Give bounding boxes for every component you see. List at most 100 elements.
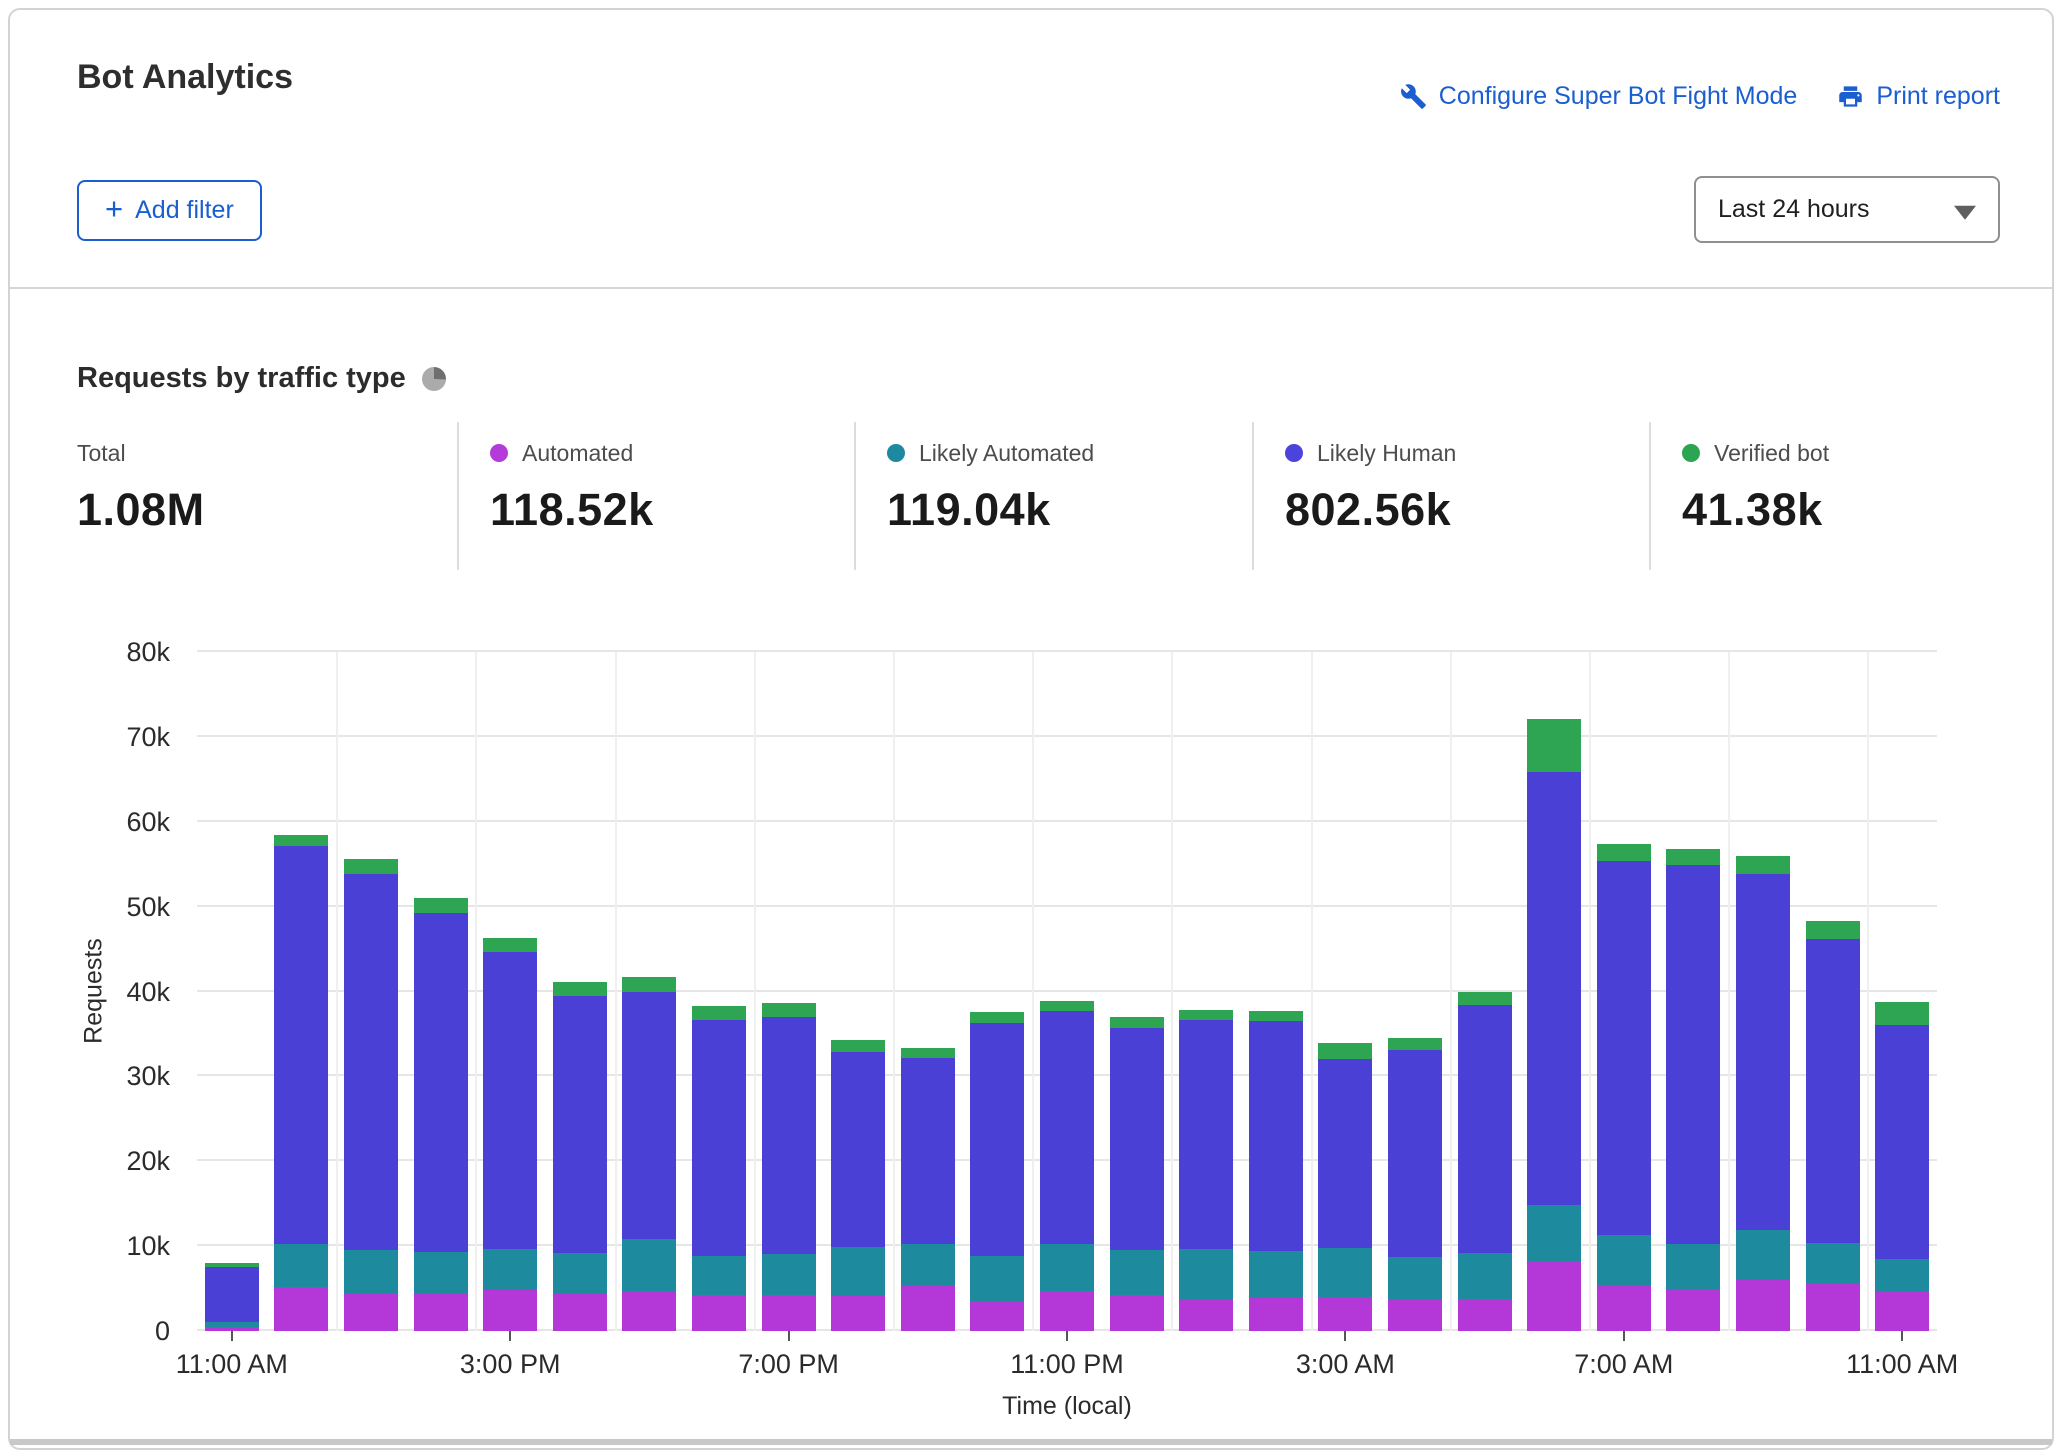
bar-1200am[interactable] <box>1109 1017 1164 1331</box>
stat-divider <box>854 422 856 570</box>
vertical-gridline <box>1728 652 1731 1331</box>
segment-likely-automated <box>900 1243 955 1287</box>
segment-automated <box>1875 1291 1930 1331</box>
segment-verified-bot <box>692 1005 746 1021</box>
stat-likely-automated[interactable]: Likely Automated 119.04k <box>887 438 1094 536</box>
stat-likely-human-label: Likely Human <box>1317 439 1457 466</box>
bar-700am[interactable] <box>1596 843 1651 1331</box>
segment-verified-bot <box>1736 855 1790 875</box>
y-tick-label: 20k <box>126 1146 170 1177</box>
segment-likely-automated <box>831 1246 886 1297</box>
bar-1000am[interactable] <box>1805 921 1860 1331</box>
gridline-70k <box>197 734 1937 737</box>
vertical-gridline <box>475 652 478 1331</box>
vertical-gridline <box>614 652 617 1331</box>
bar-1000pm[interactable] <box>970 1011 1025 1331</box>
segment-verified-bot <box>1040 1000 1094 1012</box>
segment-automated <box>1388 1299 1442 1331</box>
bar-300am[interactable] <box>1318 1043 1373 1331</box>
print-link-label: Print report <box>1876 82 2000 110</box>
bar-800am[interactable] <box>1666 848 1721 1331</box>
gridline-80k <box>197 650 1937 652</box>
stat-likely-human-value: 802.56k <box>1285 484 1452 535</box>
x-axis-title: Time (local) <box>1002 1392 1132 1420</box>
segment-automated <box>1248 1297 1303 1331</box>
printer-icon <box>1839 86 1863 107</box>
x-tick-label: 7:00 PM <box>738 1349 839 1379</box>
configure-super-bot-fight-mode-link[interactable]: Configure Super Bot Fight Mode <box>1400 82 1798 111</box>
segment-verified-bot <box>344 859 398 875</box>
bar-900am[interactable] <box>1736 855 1790 1331</box>
stat-verified-bot[interactable]: Verified bot 41.38k <box>1682 438 1829 536</box>
segment-likely-automated <box>1596 1235 1651 1287</box>
add-filter-button[interactable]: + Add filter <box>77 180 262 241</box>
segment-automated <box>1457 1298 1512 1331</box>
segment-verified-bot <box>831 1039 886 1052</box>
y-tick-label: 30k <box>126 1061 170 1092</box>
bar-400am[interactable] <box>1388 1038 1442 1331</box>
segment-automated <box>1179 1300 1234 1331</box>
vertical-gridline <box>1032 652 1035 1331</box>
bar-200pm[interactable] <box>413 898 468 1331</box>
x-tick-label: 3:00 PM <box>459 1349 561 1379</box>
stat-automated[interactable]: Automated 118.52k <box>490 438 654 536</box>
segment-verified-bot <box>970 1011 1025 1023</box>
vertical-gridline <box>1449 652 1452 1331</box>
bar-100am[interactable] <box>1179 1010 1234 1331</box>
segment-likely-human <box>1388 1050 1442 1258</box>
x-tick-mark <box>787 1331 790 1341</box>
bar-1100am[interactable] <box>204 1263 259 1331</box>
x-tick-mark <box>1901 1331 1904 1341</box>
stat-likely-automated-value: 119.04k <box>887 484 1051 535</box>
bar-1200pm[interactable] <box>274 834 329 1331</box>
stat-total-value: 1.08M <box>77 484 205 535</box>
segment-likely-human <box>483 951 538 1249</box>
segment-verified-bot <box>483 938 538 952</box>
segment-likely-automated <box>413 1252 468 1293</box>
segment-automated <box>274 1286 329 1331</box>
segment-automated <box>1109 1295 1164 1331</box>
bar-500pm[interactable] <box>622 977 677 1331</box>
segment-likely-human <box>1736 874 1790 1231</box>
bar-300pm[interactable] <box>483 938 538 1331</box>
bar-600am[interactable] <box>1527 719 1582 1331</box>
segment-likely-human <box>1666 865 1721 1244</box>
bar-200am[interactable] <box>1248 1011 1303 1331</box>
configure-link-label: Configure Super Bot Fight Mode <box>1438 82 1798 110</box>
segment-likely-human <box>1040 1011 1094 1244</box>
time-range-value: Last 24 hours <box>1718 195 1870 223</box>
bar-400pm[interactable] <box>552 982 607 1331</box>
bar-800pm[interactable] <box>831 1039 886 1331</box>
y-tick-label: 50k <box>126 891 170 922</box>
y-tick-label: 0 <box>154 1316 170 1346</box>
bar-900pm[interactable] <box>900 1048 955 1331</box>
segment-likely-human <box>761 1016 816 1254</box>
segment-likely-automated <box>1318 1247 1373 1298</box>
automated-legend-dot <box>490 444 508 462</box>
print-report-link[interactable]: Print report <box>1837 82 2000 111</box>
time-range-dropdown[interactable]: Last 24 hours <box>1694 176 2000 243</box>
bar-1100am[interactable] <box>1875 1001 1930 1331</box>
segment-likely-human <box>900 1057 955 1244</box>
segment-verified-bot <box>1109 1017 1164 1029</box>
pie-chart-icon[interactable] <box>421 366 446 391</box>
stat-likely-human[interactable]: Likely Human 802.56k <box>1285 438 1456 536</box>
segment-verified-bot <box>761 1003 816 1017</box>
x-tick-label: 11:00 AM <box>1846 1349 1959 1379</box>
segment-verified-bot <box>1527 719 1582 772</box>
bar-100pm[interactable] <box>344 859 398 1331</box>
segment-likely-automated <box>692 1256 746 1296</box>
bar-700pm[interactable] <box>761 1003 816 1331</box>
segment-likely-automated <box>1736 1230 1790 1281</box>
segment-automated <box>413 1292 468 1331</box>
bar-600pm[interactable] <box>692 1005 746 1331</box>
segment-likely-automated <box>1805 1242 1860 1285</box>
segment-likely-human <box>1109 1028 1164 1251</box>
bar-1100pm[interactable] <box>1040 1000 1094 1331</box>
segment-likely-automated <box>483 1248 538 1291</box>
bar-500am[interactable] <box>1457 991 1512 1331</box>
bot-analytics-card: Bot Analytics Configure Super Bot Fight … <box>8 8 2054 1450</box>
x-tick-mark <box>509 1331 512 1341</box>
x-tick-label: 3:00 AM <box>1295 1349 1395 1379</box>
segment-likely-automated <box>274 1244 329 1287</box>
